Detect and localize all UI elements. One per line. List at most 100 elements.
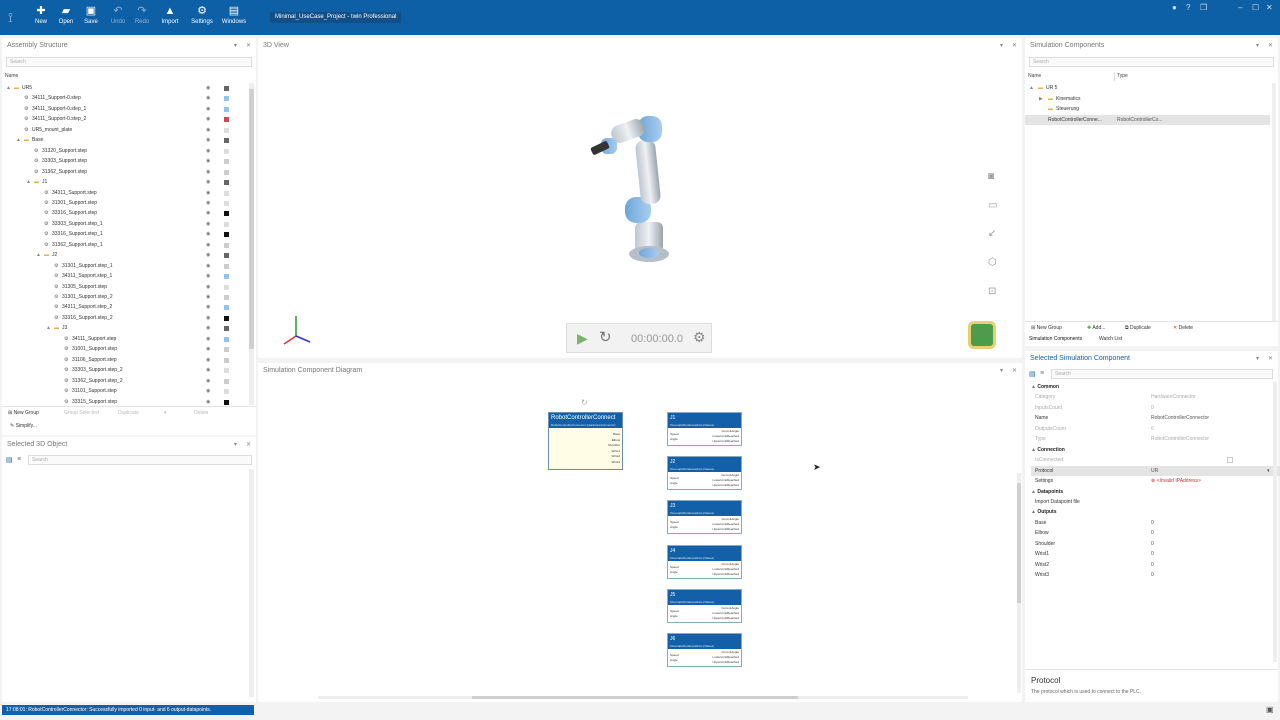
camera-icon[interactable]: ◙ (988, 171, 994, 182)
redo-button[interactable]: ↷ Redo (129, 4, 155, 32)
output-port[interactable]: Shoulder (608, 443, 620, 447)
property-row[interactable]: Shoulder 0 (1031, 539, 1280, 549)
color-swatch[interactable] (224, 357, 229, 363)
color-swatch[interactable] (224, 232, 229, 238)
group-selected-button[interactable]: Group Selected (64, 410, 99, 416)
pin-icon[interactable]: ▾ (234, 42, 237, 49)
pin-icon[interactable]: ▾ (1256, 42, 1259, 49)
undo-button[interactable]: ↶ Undo (105, 4, 131, 32)
property-value[interactable]: 0 (1151, 528, 1154, 538)
color-swatch[interactable] (224, 315, 229, 321)
expand-arrow-icon[interactable]: ▲ (46, 323, 51, 333)
scrollbar[interactable] (249, 469, 254, 697)
tree-row[interactable]: ⚙ 33303_Support.step_2 ◉ (2, 365, 250, 375)
property-row[interactable]: IsConnected (1031, 455, 1280, 465)
search-input[interactable]: Search (28, 455, 252, 465)
eye-icon[interactable]: ◉ (206, 208, 210, 218)
eye-icon[interactable]: ◉ (206, 240, 210, 250)
settings-button[interactable]: ⚙ Settings (189, 4, 215, 32)
delete-button[interactable]: ✕ Delete (1173, 325, 1193, 331)
input-port[interactable]: Angle (670, 658, 678, 662)
property-row[interactable]: Elbow 0 (1031, 528, 1280, 538)
tree-row[interactable]: ⚙ 31320_Support.step ◉ (2, 146, 250, 156)
property-row[interactable]: Settings ⊗ <Invalid IPAddress> (1031, 476, 1280, 486)
eye-icon[interactable]: ◉ (206, 156, 210, 166)
eye-icon[interactable]: ◉ (206, 83, 210, 93)
property-row[interactable]: Name RobotControllerConnector (1031, 413, 1280, 423)
save-button[interactable]: ▣ Save (78, 4, 104, 32)
color-swatch[interactable] (224, 200, 229, 206)
output-port[interactable]: UpperLimitReached (712, 616, 739, 620)
output-port[interactable]: CurrentAngle (721, 473, 739, 477)
color-swatch[interactable] (224, 305, 229, 311)
color-swatch[interactable] (224, 221, 229, 227)
eye-icon[interactable]: ◉ (206, 334, 210, 344)
pin-icon[interactable]: ▾ (1256, 355, 1259, 362)
bell-icon[interactable]: ● (1172, 3, 1177, 12)
maximize-icon[interactable]: ☐ (1252, 3, 1259, 12)
list-icon[interactable]: ≡ (1040, 370, 1044, 377)
tree-row[interactable]: ⚙ 34111_Support-0.step_1 ◉ (2, 104, 250, 114)
output-port[interactable]: UpperLimitReached (712, 439, 739, 443)
expand-arrow-icon[interactable]: ▲ (26, 177, 31, 187)
tree-row[interactable]: ⚙ 34111_Support-0.step_2 ◉ (2, 114, 250, 124)
eye-icon[interactable]: ◉ (206, 282, 210, 292)
scrollbar[interactable] (1273, 382, 1277, 662)
input-port[interactable]: Angle (670, 481, 678, 485)
output-port[interactable]: Wrist1 (612, 449, 620, 453)
eye-icon[interactable]: ◉ (206, 219, 210, 229)
controller-node[interactable]: RobotControllerConnect RobotControllerCo… (548, 412, 623, 470)
tree-row[interactable]: ⚙ 33316_Support.step_1 ◉ (2, 229, 250, 239)
color-swatch[interactable] (224, 117, 229, 123)
scrollbar-thumb[interactable] (472, 696, 798, 699)
tree-row[interactable]: ⚙ 34111_Support.step ◉ (2, 334, 250, 344)
scrollbar-thumb[interactable] (1017, 483, 1021, 603)
tree-row[interactable]: ⚙ 33303_Support.step_1 ◉ (2, 219, 250, 229)
ruler-icon[interactable]: ▭ (988, 200, 997, 211)
search-input[interactable]: Search (1029, 57, 1274, 67)
property-row[interactable]: Wrist2 0 (1031, 560, 1280, 570)
color-swatch[interactable] (224, 106, 229, 112)
property-value[interactable]: 0 (1151, 570, 1154, 580)
eye-icon[interactable]: ◉ (206, 93, 210, 103)
tree-row[interactable]: ⚙ 31362_Support.step_2 ◉ (2, 376, 250, 386)
output-port[interactable]: UpperLimitReached (712, 483, 739, 487)
import-button[interactable]: ▲ Import (157, 4, 183, 32)
cube-icon[interactable]: ⬡ (988, 257, 997, 268)
input-port[interactable]: Speed (670, 653, 679, 657)
expand-arrow-icon[interactable]: ▲ (36, 250, 41, 260)
color-swatch[interactable] (224, 86, 229, 91)
close-icon[interactable]: ✕ (246, 441, 251, 448)
eye-icon[interactable]: ◉ (206, 261, 210, 271)
tree-row[interactable]: ⚙ 34311_Support.step_2 ◉ (2, 302, 250, 312)
eye-icon[interactable]: ◉ (206, 386, 210, 396)
input-port[interactable]: Angle (670, 570, 678, 574)
fit-view-icon[interactable]: ⊡ (988, 286, 996, 297)
dropdown-icon[interactable]: ▾ (164, 410, 167, 416)
eye-icon[interactable]: ◉ (206, 104, 210, 114)
color-swatch[interactable] (224, 148, 229, 154)
eye-icon[interactable]: ◉ (206, 198, 210, 208)
checkbox[interactable] (1227, 457, 1233, 464)
delete-button[interactable]: Delete (194, 410, 208, 416)
property-row[interactable]: Import Datapoint file (1031, 497, 1280, 507)
property-row[interactable]: Wrist1 0 (1031, 549, 1280, 559)
tab-simulation-components[interactable]: Simulation Components (1029, 336, 1082, 342)
property-value[interactable]: RobotControllerConnector (1151, 434, 1209, 444)
simplify-button[interactable]: ✎ Simplify... (10, 423, 37, 429)
color-swatch[interactable] (224, 284, 229, 290)
property-row[interactable]: Protocol UR ▾ (1031, 465, 1280, 476)
joint-node-j4[interactable]: J4 KinematicRotationalAxis (Values) Speed A… (667, 544, 742, 579)
joint-node-j3[interactable]: J3 KinematicRotationalAxis (Values) Speed A… (667, 500, 742, 535)
output-port[interactable]: CurrentAngle (721, 562, 739, 566)
rotate-handle-icon[interactable]: ↻ (581, 398, 588, 407)
expand-arrow-icon[interactable]: ▲ (6, 83, 11, 93)
color-swatch[interactable] (224, 326, 229, 332)
output-port[interactable]: UpperLimitReached (712, 572, 739, 576)
color-swatch[interactable] (224, 169, 229, 175)
output-port[interactable]: LowerLimitReached (712, 611, 739, 615)
eye-icon[interactable]: ◉ (206, 146, 210, 156)
app-logo-icon[interactable]: ⟟ (8, 10, 13, 26)
expand-arrow-icon[interactable]: ▲ (16, 135, 21, 145)
output-port[interactable]: LowerLimitReached (712, 522, 739, 526)
